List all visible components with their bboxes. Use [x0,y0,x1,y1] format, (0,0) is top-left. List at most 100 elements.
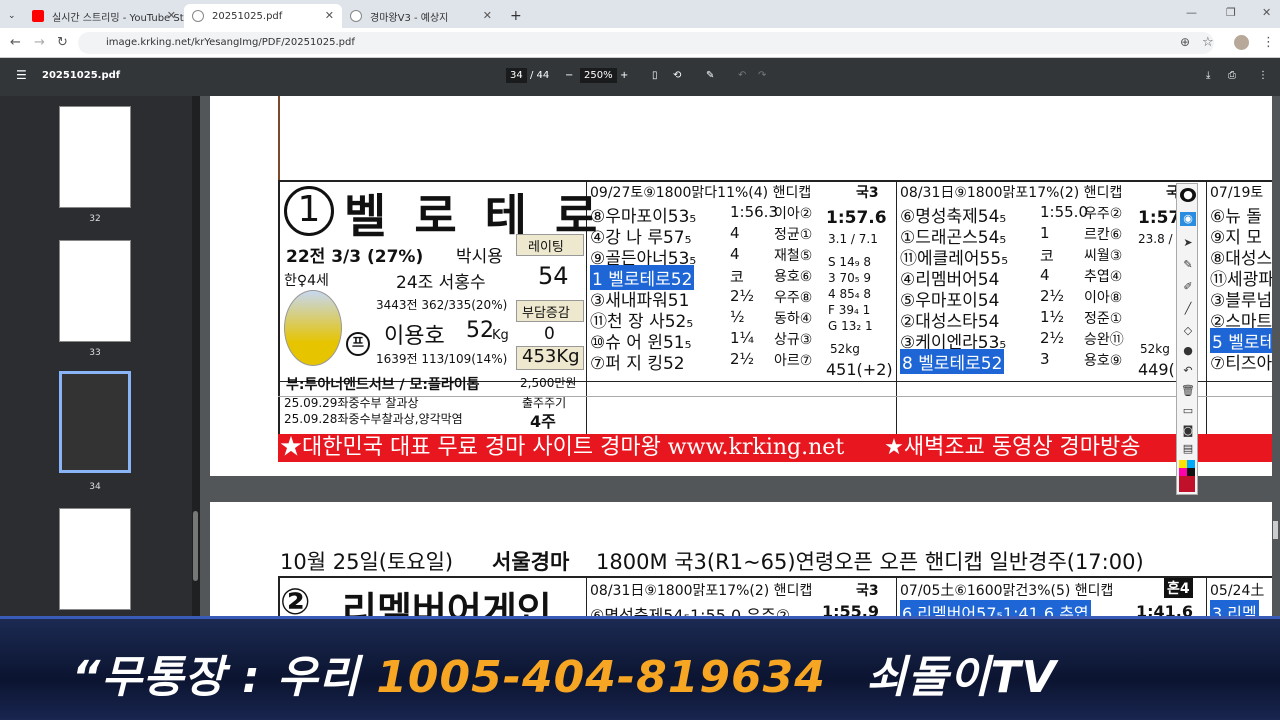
race-row-margin: 3 [1040,350,1050,368]
cursor-icon[interactable]: ➤ [1180,236,1196,250]
ticker-bar: ★대한민국 대표 무료 경마 사이트 경마왕 www.krking.net ★새벽… [278,434,1272,462]
parents: 부:투아너앤드서브 / 모:플라이톱 [286,377,480,393]
more-menu-icon[interactable]: ⋮ [1262,35,1275,50]
color-blue[interactable] [1187,460,1195,468]
marker-icon[interactable]: ✐ [1180,280,1196,294]
horse-record: 22전 3/3 (27%) [286,247,424,267]
close-icon[interactable]: ✕ [167,9,176,22]
prize: 2,500만원 [520,376,577,390]
cycle-value: 4주 [530,412,556,431]
thumbnail-page-32[interactable] [59,106,131,208]
reload-icon[interactable]: ↻ [57,35,68,50]
tab-youtube[interactable]: 실시간 스트리밍 - YouTube Stu ✕ [24,4,184,28]
rotate-icon[interactable]: ⟲ [673,70,681,81]
browser-tab-bar: ⌄ 실시간 스트리밍 - YouTube Stu ✕ 20251025.pdf ✕ … [0,0,1280,28]
horse2-race2-grade: 혼4 [1164,578,1193,598]
race-row-jockey: 씨월③ [1084,248,1123,264]
menu-icon[interactable]: ☰ [16,68,27,82]
undo-icon[interactable]: ↶ [738,70,746,81]
race-row-jockey: 이아⑧ [1084,290,1123,306]
pdf-viewer: 1 벨 로 테 로 22전 3/3 (27%) 박시용 한♀4세 24조 서홍수… [200,96,1280,633]
jockey-photo [284,290,342,366]
eye-icon[interactable]: ◉ [1180,212,1196,226]
pdf-filename: 20251025.pdf [42,70,121,81]
thumbnail-page-34[interactable] [59,371,131,473]
horse2-race1-grade: 국3 [856,583,879,599]
race1-sectional: S 14₉ 8 3 70₅ 9 4 85₄ 8 F 39₄ 1 G 13₂ 1 [828,255,873,333]
close-icon[interactable]: ✕ [325,9,334,22]
minimize-icon[interactable]: — [1186,6,1197,19]
line-icon[interactable]: ╱ [1180,302,1196,316]
forward-icon[interactable]: → [34,35,45,50]
race-description: 1800M 국3(R1~65)연령오픈 오픈 핸디캡 일반경주(17:00) [596,550,1144,574]
undo-icon[interactable]: ↶ [1180,364,1196,378]
new-tab-button[interactable]: + [502,4,522,28]
thumbnail-page-33[interactable] [59,240,131,342]
race-row-jockey: 정균① [774,227,813,243]
print-icon[interactable]: ⎙ [1228,70,1236,81]
color-yellow[interactable] [1179,460,1187,468]
fit-page-icon[interactable]: ▯ [652,70,658,81]
zoom-out-icon[interactable]: − [565,70,573,81]
screen-icon[interactable]: ▭ [1180,404,1196,418]
race-date: 10월 25일(토요일) [280,550,454,574]
dot-icon[interactable]: ● [1180,344,1196,358]
race2-ratio: 23.8 / [1138,232,1173,246]
download-icon[interactable]: ⤓ [1206,70,1210,81]
bookmark-star-icon[interactable]: ☆ [1202,35,1214,50]
annotation-toolbar: ● ◉ ➤ ✎ ✐ ╱ ◇ ● ↶ 🗑 ▭ ◙ ▤ [1176,183,1198,495]
race-row: ⑦퍼 지 킹52 [590,354,685,374]
jockey-stats-2: 1639전 113/109(14%) [376,352,508,366]
close-window-icon[interactable]: ✕ [1262,6,1271,19]
eraser-icon[interactable]: ◇ [1180,324,1196,338]
more-options-icon[interactable]: ⋮ [1258,70,1268,81]
carry-weight: 52 [466,318,494,343]
page-number-input[interactable]: 34 [506,68,527,83]
restore-icon[interactable]: ❐ [1226,6,1236,19]
camera-icon[interactable]: ◙ [1180,424,1196,438]
zoom-icon[interactable]: ⊕ [1180,35,1190,49]
race1-weight: 52kg [830,342,860,356]
youtube-icon [32,10,44,22]
zoom-level[interactable]: 250% [580,68,617,83]
thumbnail-page-35[interactable] [59,508,131,610]
url-field[interactable]: image.krking.net/krYesangImg/PDF/2025102… [78,32,1214,54]
race-row-jockey: 우주② [1084,206,1123,222]
color-red-selected[interactable] [1179,476,1195,492]
rating-value: 54 [538,262,569,290]
close-icon[interactable]: ✕ [483,9,492,22]
tab-pdf[interactable]: 20251025.pdf ✕ [184,4,342,28]
race-row-margin: 2½ [1040,329,1065,347]
pin-icon[interactable]: ● [1180,188,1196,202]
trash-icon[interactable]: 🗑 [1180,384,1196,398]
back-icon[interactable]: ← [10,35,21,50]
zoom-in-icon[interactable]: + [620,70,628,81]
annotate-icon[interactable]: ✎ [706,70,714,81]
clipboard-icon[interactable]: ▤ [1180,442,1196,456]
redo-icon[interactable]: ↷ [758,70,766,81]
owner-name: 박시용 [456,247,503,267]
tab-search-menu[interactable]: ⌄ [4,4,24,28]
promo-banner: “무통장 : 우리 1005-404-819634 쇠돌이TV [0,616,1280,720]
race-row-jockey: 용호⑥ [774,269,813,285]
jockey-name: 이용호 [384,324,445,349]
sidebar-scroll-thumb[interactable] [193,511,198,581]
profile-avatar[interactable] [1234,35,1249,50]
horse-age: 한♀4세 [284,273,329,289]
globe-icon [192,10,204,22]
race-row-margin: 4 [730,224,740,242]
race-row-jockey: 아르⑦ [774,353,813,369]
tab-yesangji[interactable]: 경마왕V3 - 예상지 ✕ [342,4,500,28]
pen-icon[interactable]: ✎ [1180,258,1196,272]
race-row-jockey: 추엽④ [1084,269,1123,285]
race-row-jockey: 재철⑤ [774,248,813,264]
color-black[interactable] [1187,468,1195,476]
main-scrollbar[interactable] [1272,96,1280,620]
account-number: 1005-404-819634 [376,652,826,703]
horse2-race2-header: 07/05土⑥1600맑건3%(5) 핸디캡 [900,583,1114,599]
race-row-jockey: 이아② [774,206,813,222]
main-scroll-thumb[interactable] [1273,521,1278,539]
race-row-jockey: 상규③ [774,332,813,348]
race2-weight: 52kg [1140,342,1170,356]
color-magenta[interactable] [1179,468,1187,476]
